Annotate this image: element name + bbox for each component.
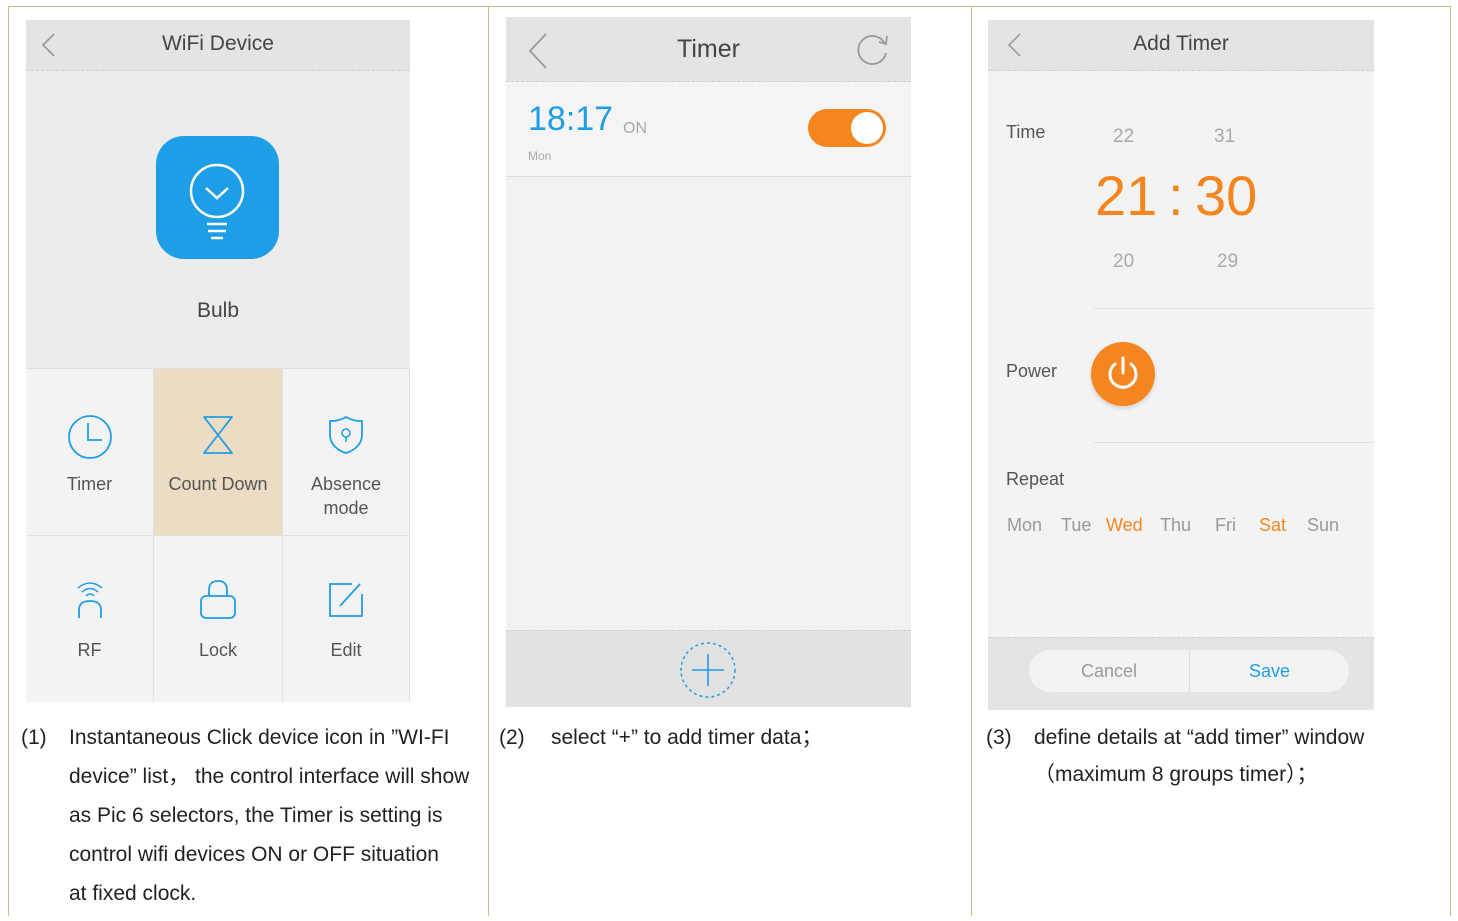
- bottom-bar: [506, 630, 911, 707]
- absence-mode-tile[interactable]: Absence mode: [283, 369, 410, 536]
- day-sat[interactable]: Sat: [1259, 515, 1286, 536]
- caption-line: （maximum 8 groups timer）；: [1034, 763, 1318, 786]
- clock-icon: [67, 415, 112, 459]
- power-button[interactable]: [1091, 342, 1155, 406]
- timer-label: Timer: [66, 474, 113, 494]
- lock-icon: [200, 580, 236, 619]
- minute-value: 30: [1195, 164, 1258, 227]
- edit-tile[interactable]: Edit: [283, 536, 410, 702]
- power-label: Power: [1006, 361, 1058, 381]
- cancel-button[interactable]: Cancel: [1029, 650, 1190, 692]
- timer-state: ON: [623, 120, 647, 137]
- caption-line: device” list， the control interface will…: [69, 765, 470, 788]
- rf-label: RF: [77, 640, 102, 660]
- rf-signal-icon: [77, 582, 102, 618]
- edit-label: Edit: [330, 640, 362, 660]
- bulb-device-icon[interactable]: [156, 136, 279, 259]
- timer-screen: Timer 18:17 ON Mon: [506, 17, 911, 707]
- panel-1: WiFi Device Bulb Timer Count Down Absenc…: [8, 6, 488, 916]
- panel-2: Timer 18:17 ON Mon (2) select “+” to add…: [488, 6, 971, 916]
- absence-mode-label: mode: [323, 498, 369, 518]
- day-fri[interactable]: Fri: [1215, 515, 1236, 536]
- bulb-icon: [189, 163, 245, 240]
- day-mon[interactable]: Mon: [1007, 515, 1042, 536]
- minute-above: 31: [1214, 126, 1236, 147]
- day-thu[interactable]: Thu: [1160, 515, 1191, 536]
- count-down-label: Count Down: [168, 474, 268, 494]
- caption-1: (1) Instantaneous Click device icon in ”…: [21, 721, 481, 921]
- function-grid: Timer Count Down Absence mode RF Lock Ed…: [26, 368, 410, 702]
- save-button[interactable]: Save: [1190, 650, 1349, 692]
- caption-2: (2) select “+” to add timer data；: [499, 721, 959, 781]
- caption-number: (1): [21, 726, 47, 749]
- power-icon: [1108, 356, 1138, 389]
- absence-label: Absence: [310, 474, 382, 494]
- panel-3: Add Timer Time 22 31 21 : 30 20 29 Power…: [971, 6, 1451, 916]
- device-label: Bulb: [196, 299, 240, 322]
- refresh-icon[interactable]: [855, 31, 891, 67]
- timer-tile[interactable]: Timer: [26, 369, 154, 536]
- day-sun[interactable]: Sun: [1307, 515, 1339, 536]
- bottom-bar: Cancel Save: [988, 637, 1374, 710]
- minute-below: 29: [1217, 251, 1239, 272]
- rf-tile[interactable]: RF: [26, 536, 154, 702]
- divider: [1094, 442, 1374, 443]
- wifi-device-screen: WiFi Device Bulb Timer Count Down Absenc…: [26, 20, 410, 702]
- day-tue[interactable]: Tue: [1061, 515, 1091, 536]
- hour-value: 21: [1095, 164, 1158, 227]
- divider: [1094, 308, 1374, 309]
- day-wed[interactable]: Wed: [1106, 515, 1143, 536]
- caption-line: select “+” to add timer data；: [551, 726, 823, 749]
- button-group: Cancel Save: [1029, 650, 1349, 692]
- shield-icon: [329, 415, 363, 454]
- caption-line: Instantaneous Click device icon in ”WI-F…: [69, 726, 450, 749]
- caption-line: at fixed clock.: [69, 882, 197, 905]
- caption-number: (2): [499, 726, 525, 749]
- caption-number: (3): [986, 726, 1012, 749]
- repeat-label: Repeat: [1006, 469, 1065, 489]
- count-down-tile[interactable]: Count Down: [154, 369, 283, 536]
- caption-line: define details at “add timer” window: [1034, 726, 1365, 749]
- caption-3: (3) define details at “add timer” window…: [986, 721, 1446, 801]
- page-title: Timer: [677, 35, 740, 63]
- timer-day: Mon: [528, 149, 552, 163]
- header: Timer: [506, 17, 911, 82]
- add-timer-screen: Add Timer Time 22 31 21 : 30 20 29 Power…: [988, 20, 1374, 710]
- lock-tile[interactable]: Lock: [154, 536, 283, 702]
- lock-label: Lock: [198, 640, 238, 660]
- caption-line: control wifi devices ON or OFF situation: [69, 843, 439, 866]
- hourglass-icon: [203, 416, 233, 454]
- hour-below: 20: [1113, 251, 1135, 272]
- page-title: WiFi Device: [161, 32, 274, 55]
- timer-toggle[interactable]: [808, 109, 886, 147]
- hour-above: 22: [1113, 126, 1135, 147]
- toggle-knob: [851, 112, 883, 144]
- caption-line: as Pic 6 selectors, the Timer is setting…: [69, 804, 443, 827]
- add-timer-icon[interactable]: [679, 641, 737, 699]
- timer-time: 18:17: [528, 100, 614, 138]
- edit-icon: [329, 583, 363, 617]
- header: WiFi Device: [26, 20, 410, 71]
- time-picker[interactable]: 22 31 21 : 30 20 29: [988, 20, 1374, 310]
- timer-row[interactable]: 18:17 ON Mon: [506, 82, 911, 177]
- device-area: Bulb: [26, 71, 410, 368]
- time-separator: :: [1168, 164, 1184, 227]
